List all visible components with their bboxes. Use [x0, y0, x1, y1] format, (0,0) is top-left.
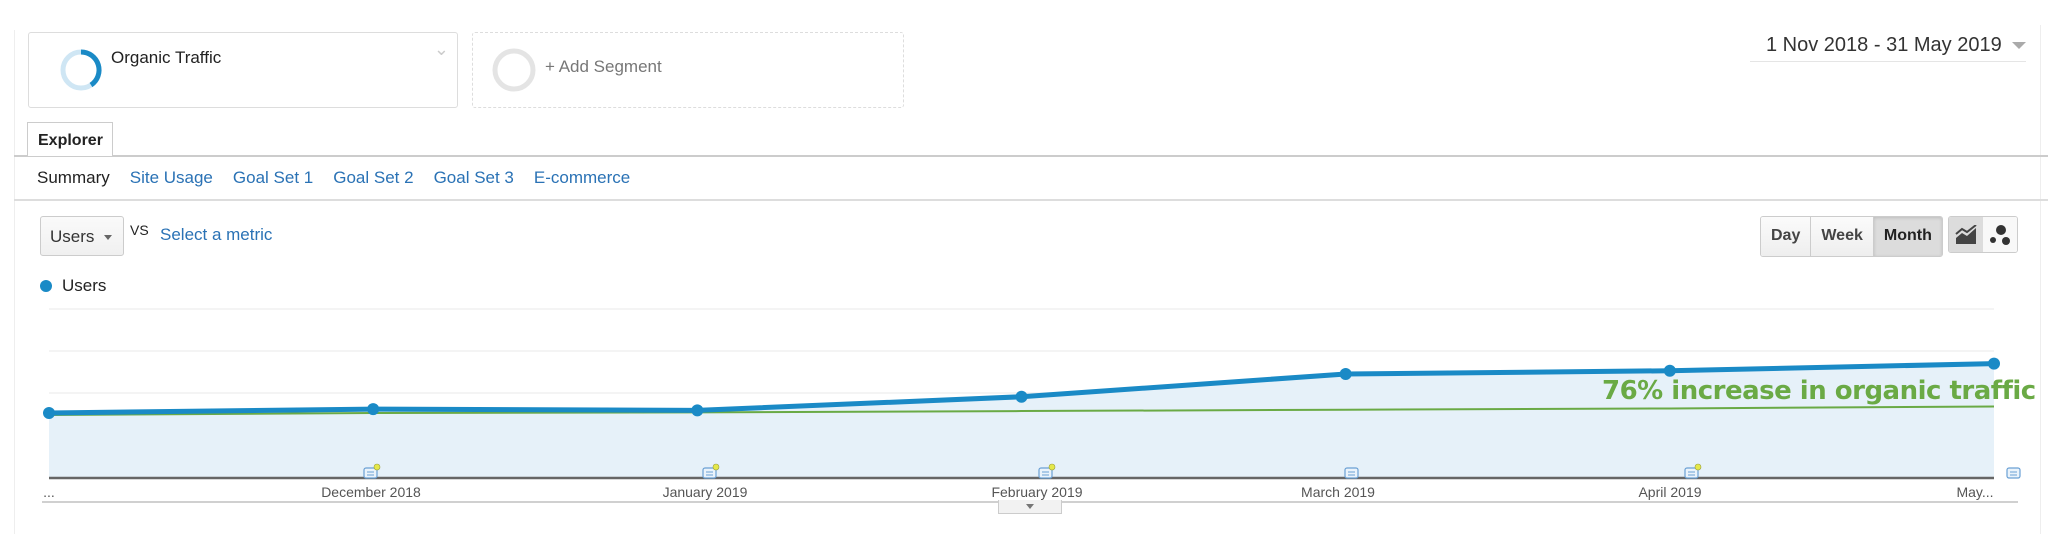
annotation-marker-icon[interactable]	[1344, 467, 1359, 479]
chart-annotation-text: 76% increase in organic traffic	[1602, 376, 2036, 406]
users-data-point	[1663, 364, 1676, 377]
x-tick-label: January 2019	[663, 484, 748, 500]
x-tick-label: March 2019	[1301, 484, 1375, 500]
users-data-point	[1015, 390, 1028, 403]
annotation-marker-icon[interactable]	[2006, 467, 2021, 479]
x-tick-label: ...	[43, 484, 55, 500]
x-tick-label: February 2019	[991, 484, 1082, 500]
users-line-chart: ... December 2018 January 2019 February 201…	[42, 308, 2021, 503]
users-data-point	[691, 404, 704, 417]
caret-down-icon	[1026, 504, 1034, 509]
x-tick-label: May...	[1956, 484, 1993, 500]
collapse-annotations-button[interactable]	[998, 500, 1062, 514]
x-tick-label: December 2018	[321, 484, 421, 500]
users-data-point	[43, 407, 55, 419]
users-data-point	[1339, 368, 1352, 380]
x-tick-label: April 2019	[1638, 484, 1701, 500]
tab-explorer[interactable]: Explorer	[27, 122, 113, 156]
users-data-point	[1988, 357, 2000, 370]
users-data-point	[367, 403, 380, 416]
